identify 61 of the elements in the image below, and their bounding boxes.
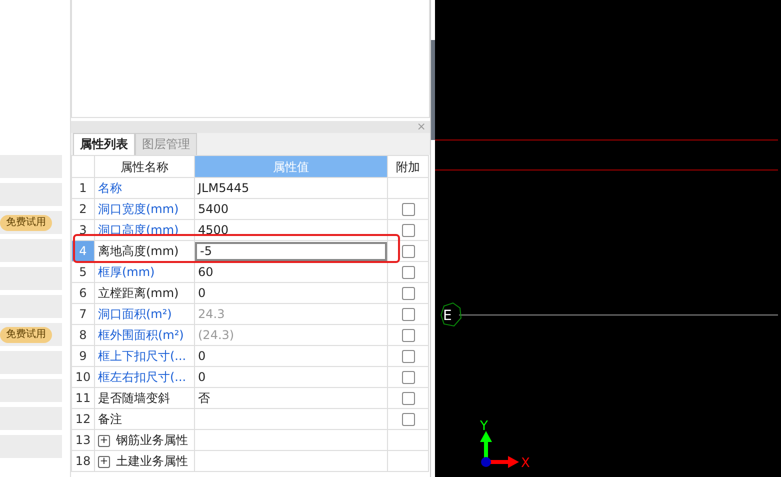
row-number: 1 xyxy=(72,178,94,198)
checkbox[interactable] xyxy=(402,392,414,406)
checkbox[interactable] xyxy=(402,329,414,342)
property-name: 洞口宽度(mm) xyxy=(94,198,194,220)
property-value: 0 xyxy=(194,282,388,304)
axis-marker: E xyxy=(440,302,462,327)
property-value: (24.3) xyxy=(194,324,388,346)
x-axis-label: X xyxy=(521,456,530,471)
property-name: 框厚(mm) xyxy=(94,262,194,282)
checkbox[interactable] xyxy=(402,371,414,384)
property-name: 备注 xyxy=(94,408,194,430)
property-value: 4500 xyxy=(194,220,388,240)
row-number: 6 xyxy=(72,282,94,304)
value-input[interactable]: -5 xyxy=(196,242,386,260)
group-label: 土建业务属性 xyxy=(116,454,188,468)
group-label: 钢筋业务属性 xyxy=(116,433,188,447)
trial-badge[interactable]: 免费试用 xyxy=(0,326,52,342)
checkbox[interactable] xyxy=(402,350,414,364)
property-value: JLM5445 xyxy=(194,178,388,198)
list-bar[interactable]: 免费试用 xyxy=(0,323,62,346)
row-number: 10 xyxy=(72,366,94,388)
column-header: 属性名称 xyxy=(94,156,194,178)
checkbox[interactable] xyxy=(402,266,414,280)
property-value: 5400 xyxy=(194,198,388,220)
checkbox[interactable] xyxy=(402,245,414,258)
row-number: 5 xyxy=(72,262,94,282)
column-header: 附加 xyxy=(388,156,428,178)
property-value: 0 xyxy=(194,366,388,388)
row-number: 12 xyxy=(72,408,94,430)
expand-toggle[interactable]: + xyxy=(98,434,110,447)
row-number: 11 xyxy=(72,388,94,408)
row-number: 18 xyxy=(72,450,94,472)
expand-toggle[interactable]: + xyxy=(98,456,110,468)
axis-gizmo xyxy=(480,431,519,468)
property-name: 框上下扣尺寸(... xyxy=(94,346,194,366)
tab[interactable]: 属性列表 xyxy=(73,133,135,155)
property-value: 否 xyxy=(194,388,388,408)
trial-badge[interactable]: 免费试用 xyxy=(0,214,52,230)
y-axis-label: Y xyxy=(480,419,488,434)
property-name: 立樘距离(mm) xyxy=(94,282,194,304)
checkbox[interactable] xyxy=(402,308,414,322)
column-header: 属性值 xyxy=(194,156,388,178)
property-value: 60 xyxy=(194,262,388,282)
property-value: 0 xyxy=(194,346,388,366)
property-name: 框外围面积(m²) xyxy=(94,324,194,346)
checkbox[interactable] xyxy=(402,203,414,216)
splitter-handle[interactable] xyxy=(431,40,435,140)
checkbox[interactable] xyxy=(402,413,414,426)
checkbox[interactable] xyxy=(402,287,414,300)
row-number: 8 xyxy=(72,324,94,346)
property-value: 24.3 xyxy=(194,304,388,324)
property-name: 洞口面积(m²) xyxy=(94,304,194,324)
checkbox[interactable] xyxy=(402,224,414,238)
property-name: 名称 xyxy=(94,178,194,198)
property-name: 框左右扣尺寸(... xyxy=(94,366,194,388)
row-number: 13 xyxy=(72,430,94,450)
row-number: 2 xyxy=(72,198,94,220)
row-number: 9 xyxy=(72,346,94,366)
property-name: 是否随墙变斜 xyxy=(94,388,194,408)
row-number: 7 xyxy=(72,304,94,324)
list-bar[interactable]: 免费试用 xyxy=(0,211,62,234)
